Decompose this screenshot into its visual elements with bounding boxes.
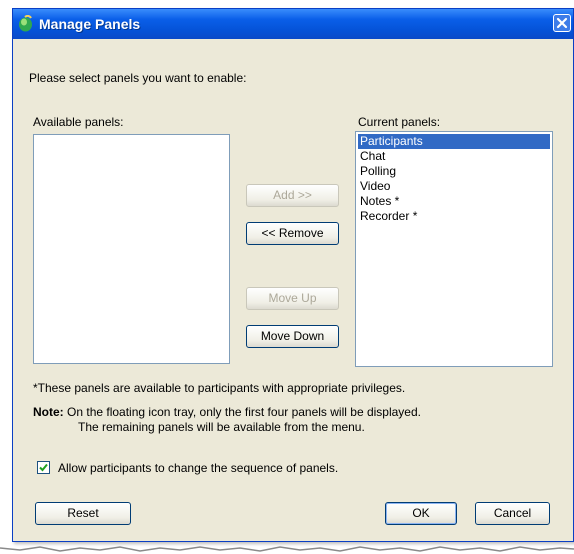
available-panels-label: Available panels:: [33, 115, 124, 129]
privileges-note: *These panels are available to participa…: [33, 381, 406, 395]
current-panel-item[interactable]: Notes *: [358, 194, 550, 209]
app-globe-icon: [19, 15, 32, 32]
torn-edge-decoration: [0, 546, 574, 552]
instruction-text: Please select panels you want to enable:: [29, 71, 247, 85]
current-panel-item[interactable]: Recorder *: [358, 209, 550, 224]
cancel-button[interactable]: Cancel: [475, 502, 550, 525]
add-button[interactable]: Add >>: [246, 184, 339, 207]
move-up-button[interactable]: Move Up: [246, 287, 339, 310]
current-panels-list[interactable]: Participants Chat Polling Video Notes * Recor…: [355, 131, 553, 367]
current-panel-item[interactable]: Chat: [358, 149, 550, 164]
note-block: Note: On the floating icon tray, only th…: [33, 405, 421, 435]
ok-button[interactable]: OK: [385, 502, 457, 525]
current-panel-item[interactable]: Participants: [358, 134, 550, 149]
note-line-1: On the floating icon tray, only the firs…: [67, 405, 421, 419]
reset-button[interactable]: Reset: [35, 502, 131, 525]
checkmark-icon: [39, 463, 48, 472]
title-bar[interactable]: Manage Panels: [13, 9, 573, 39]
note-line-2: The remaining panels will be available f…: [78, 420, 365, 434]
remove-button[interactable]: << Remove: [246, 222, 339, 245]
current-panels-label: Current panels:: [358, 115, 441, 129]
available-panels-list[interactable]: [33, 134, 230, 364]
manage-panels-dialog: Manage Panels Please select panels you w…: [12, 8, 574, 542]
window-title: Manage Panels: [39, 16, 141, 32]
allow-sequence-checkbox[interactable]: [37, 461, 50, 474]
move-down-button[interactable]: Move Down: [246, 325, 339, 348]
current-panel-item[interactable]: Polling: [358, 164, 550, 179]
allow-sequence-label[interactable]: Allow participants to change the sequenc…: [58, 461, 338, 475]
current-panel-item[interactable]: Video: [358, 179, 550, 194]
close-button[interactable]: [553, 14, 571, 32]
close-icon: [556, 17, 568, 29]
note-heading: Note:: [33, 405, 64, 419]
